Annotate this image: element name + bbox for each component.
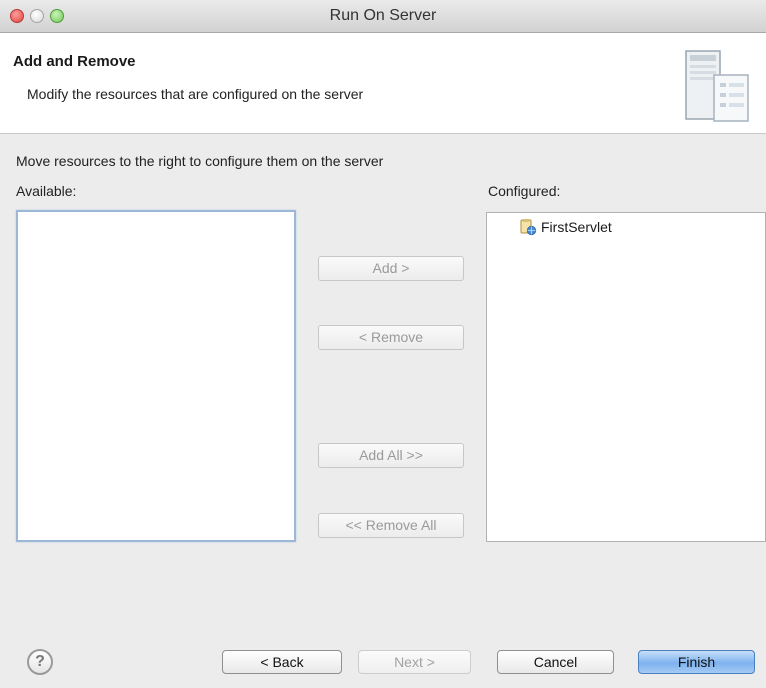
back-button[interactable]: < Back [222, 650, 342, 674]
finish-button[interactable]: Finish [638, 650, 755, 674]
web-project-icon [520, 219, 537, 236]
configured-item-firstservlet[interactable]: FirstServlet [519, 218, 612, 236]
window-title: Run On Server [329, 7, 437, 24]
add-button[interactable]: Add > [318, 256, 464, 281]
available-list[interactable] [16, 210, 296, 542]
wizard-header: Add and Remove Modify the resources that… [0, 33, 766, 134]
page-description: Modify the resources that are configured… [27, 86, 364, 102]
available-label: Available: [16, 183, 77, 199]
server-wizard-icon [685, 50, 749, 122]
help-icon[interactable]: ? [27, 649, 53, 675]
page-title: Add and Remove [13, 53, 136, 70]
add-all-button[interactable]: Add All >> [318, 443, 464, 468]
next-button[interactable]: Next > [358, 650, 471, 674]
configured-list[interactable]: FirstServlet [486, 212, 766, 542]
instruction-text: Move resources to the right to configure… [16, 153, 384, 169]
configured-item-label: FirstServlet [541, 219, 612, 235]
title-bar: Run On Server [0, 0, 766, 33]
run-on-server-dialog: Run On Server Add and Remove Modify the … [0, 0, 766, 688]
cancel-button[interactable]: Cancel [497, 650, 614, 674]
configured-label: Configured: [488, 183, 561, 199]
remove-all-button[interactable]: << Remove All [318, 513, 464, 538]
remove-button[interactable]: < Remove [318, 325, 464, 350]
